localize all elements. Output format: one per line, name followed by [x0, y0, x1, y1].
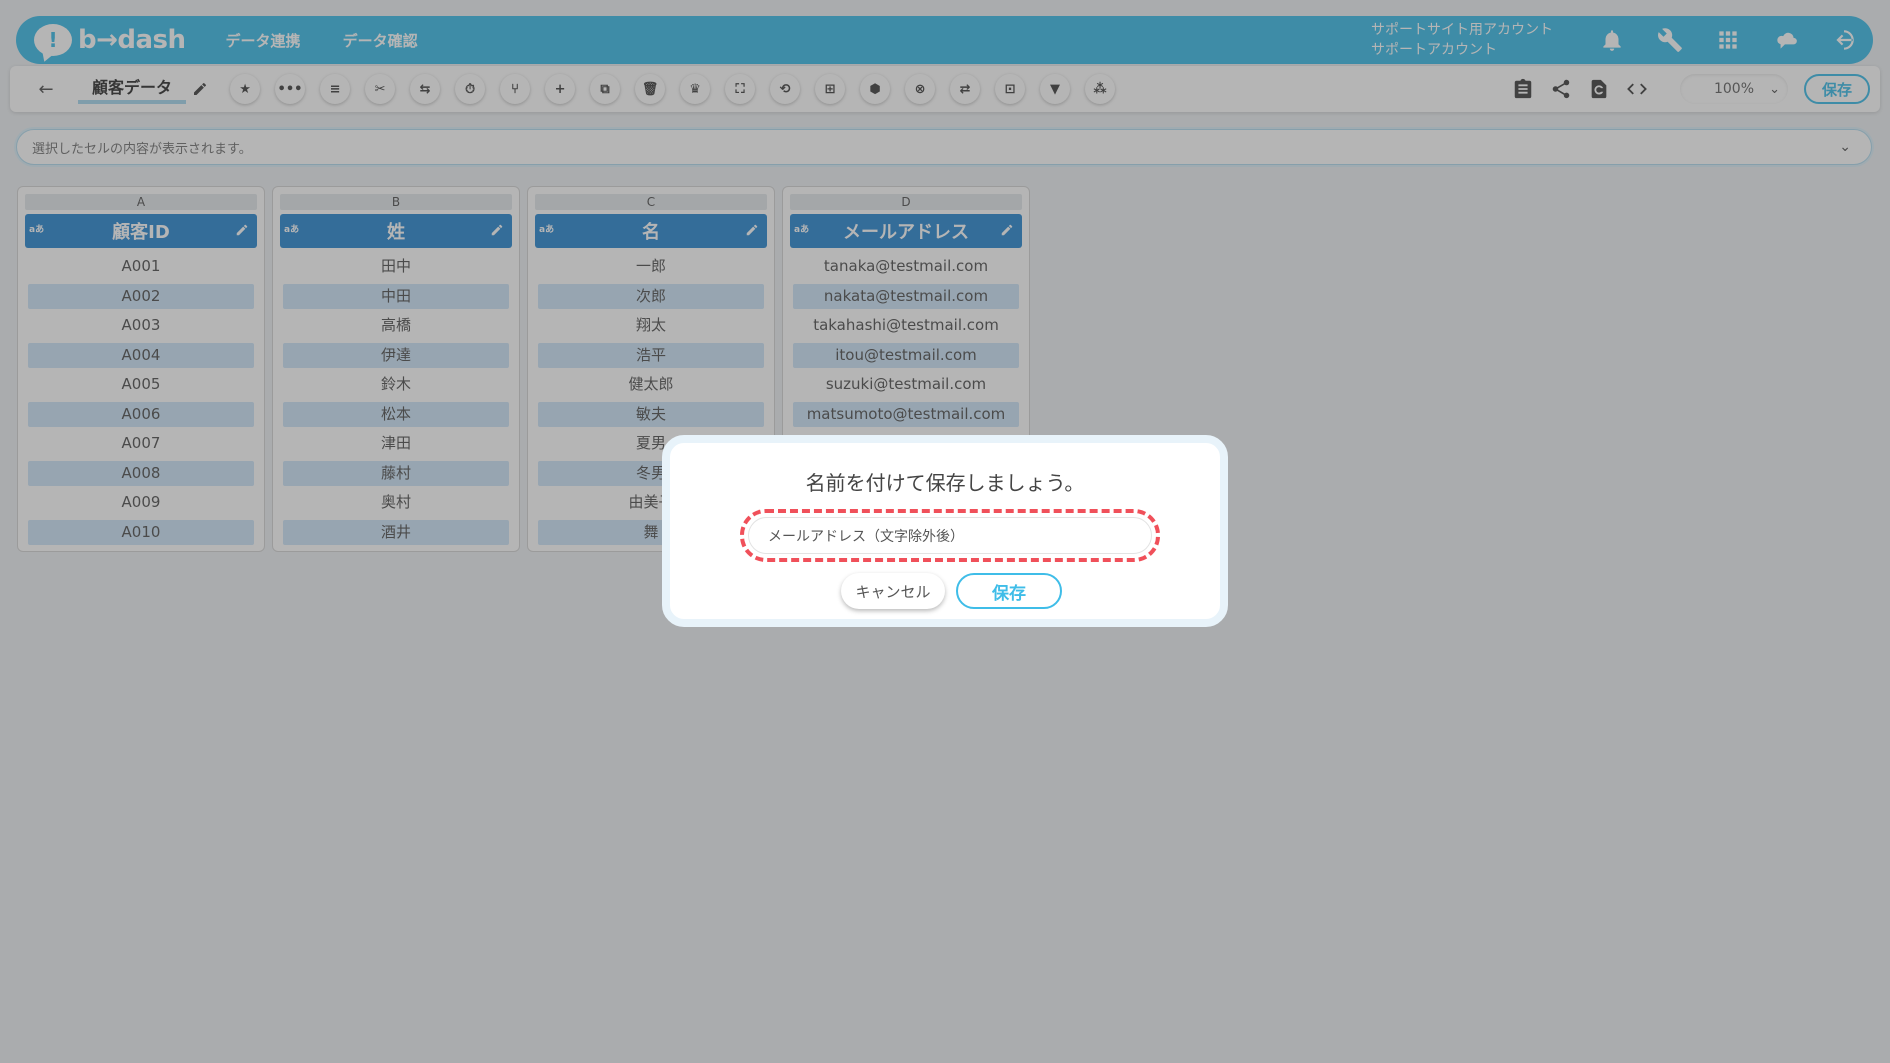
cancel-button[interactable]: キャンセル [841, 573, 945, 609]
dialog-save-button[interactable]: 保存 [956, 573, 1062, 609]
save-dialog: 名前を付けて保存しましょう。 メールアドレス（文字除外後） キャンセル 保存 [662, 435, 1228, 627]
name-input[interactable]: メールアドレス（文字除外後） [740, 509, 1160, 562]
dialog-title: 名前を付けて保存しましょう。 [805, 471, 1085, 495]
